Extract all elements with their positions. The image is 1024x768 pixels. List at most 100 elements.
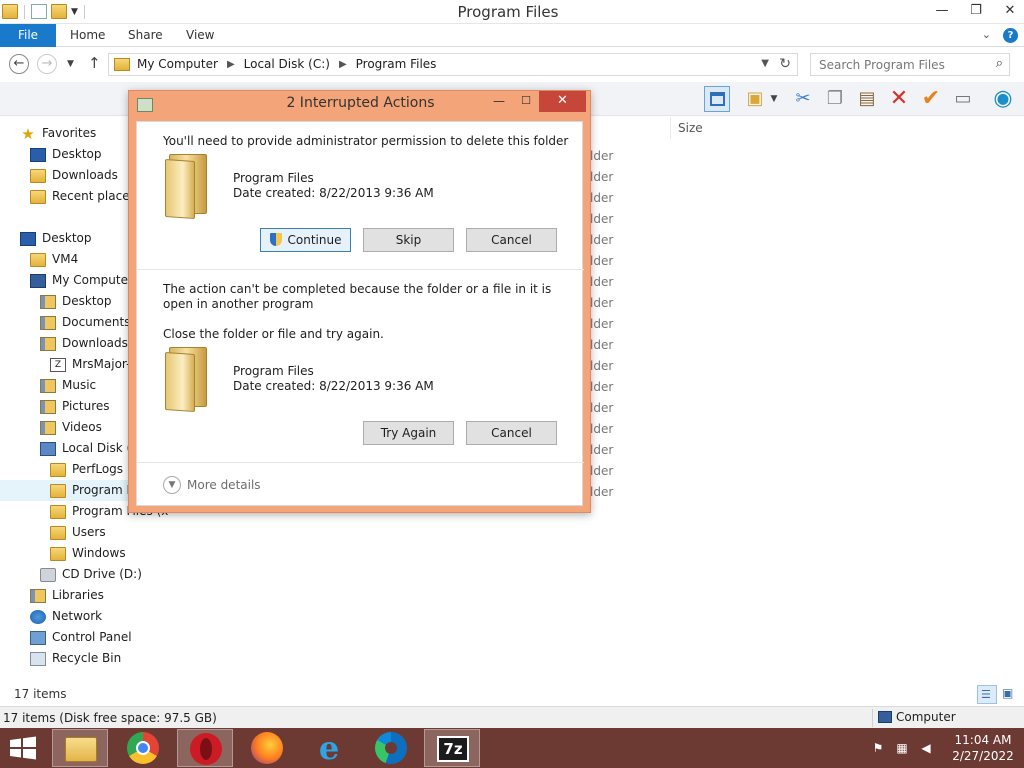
status-bar: 17 items ☰ ▣ <box>0 685 1024 705</box>
close-button[interactable]: ✕ <box>996 0 1024 22</box>
taskbar-edge[interactable] <box>363 729 419 767</box>
file-in-use-message: The action can't be completed because th… <box>163 282 552 311</box>
more-details-toggle[interactable]: ▼ More details <box>163 476 261 494</box>
tab-view[interactable]: View <box>186 24 214 47</box>
address-dropdown-chevron-icon[interactable]: ▼ <box>761 58 769 69</box>
copy-icon[interactable]: ❐ <box>822 86 848 112</box>
network-status-icon[interactable]: ▦ <box>894 741 910 755</box>
nav-item-windows[interactable]: Windows <box>50 543 126 564</box>
details-status-bar: 17 items (Disk free space: 97.5 GB) Comp… <box>0 706 1024 728</box>
nav-item-label: Windows <box>72 546 126 560</box>
paste-icon[interactable]: ▤ <box>854 86 880 112</box>
chevron-right-icon[interactable]: ▶ <box>227 59 235 70</box>
taskbar-firefox[interactable] <box>239 729 295 767</box>
nav-item-desktop[interactable]: Desktop <box>20 228 92 249</box>
search-input[interactable]: Search Program Files ⌕ <box>810 53 1010 76</box>
nav-item-local-disk[interactable]: Local Disk (C <box>40 438 140 459</box>
taskbar-7zip[interactable]: 7z <box>424 729 480 767</box>
nav-item-favorites-desktop[interactable]: Desktop <box>30 144 102 165</box>
taskbar-internet-explorer[interactable]: e <box>301 729 357 767</box>
internet-explorer-icon: e <box>318 729 340 767</box>
nav-item-mrsmajor[interactable]: Z MrsMajor- <box>50 354 130 375</box>
action-center-flag-icon[interactable]: ⚑ <box>870 741 886 755</box>
nav-item-network[interactable]: Network <box>30 606 102 627</box>
nav-item-cd-drive[interactable]: CD Drive (D:) <box>40 564 142 585</box>
nav-item-perflogs[interactable]: PerfLogs <box>50 459 123 480</box>
rename-icon[interactable]: ▭ <box>950 86 976 112</box>
nav-item-computer-desktop[interactable]: Desktop <box>40 291 112 312</box>
delete-icon[interactable]: ✕ <box>886 86 912 112</box>
breadcrumb-local-disk[interactable]: Local Disk (C:) <box>244 57 330 71</box>
chevron-down-icon[interactable]: ▼ <box>766 86 782 112</box>
taskbar-chrome[interactable] <box>115 729 171 767</box>
details-view-button[interactable]: ☰ <box>977 685 997 704</box>
file-explorer-icon <box>65 737 97 762</box>
type-cell: lder <box>590 233 614 247</box>
preview-pane-button[interactable] <box>704 86 730 112</box>
nav-item-my-computer[interactable]: My Computer <box>30 270 133 291</box>
start-button[interactable] <box>8 736 38 760</box>
back-button[interactable]: ← <box>9 54 29 74</box>
up-button[interactable]: ↑ <box>88 54 101 72</box>
address-row: ← → ▼ ↑ My Computer ▶ Local Disk (C:) ▶ … <box>0 48 1024 82</box>
clock[interactable]: 11:04 AM 2/27/2022 <box>942 732 1024 764</box>
nav-item-label: Music <box>62 378 97 392</box>
cancel-button[interactable]: Cancel <box>466 421 557 445</box>
continue-button[interactable]: Continue <box>260 228 351 252</box>
nav-item-label: Desktop <box>52 147 102 161</box>
nav-item-recycle-bin[interactable]: Recycle Bin <box>30 648 121 669</box>
nav-item-control-panel[interactable]: Control Panel <box>30 627 132 648</box>
taskbar-file-explorer[interactable] <box>52 729 108 767</box>
divider <box>670 117 671 139</box>
nav-item-libraries[interactable]: Libraries <box>30 585 104 606</box>
nav-item-documents[interactable]: Documents <box>40 312 130 333</box>
volume-muted-icon[interactable]: ◀ <box>918 741 934 755</box>
window-title: Program Files <box>457 3 559 21</box>
globe-icon[interactable]: ◉ <box>990 86 1016 112</box>
nav-item-users[interactable]: Users <box>50 522 106 543</box>
tab-share[interactable]: Share <box>128 24 163 47</box>
network-icon <box>30 609 46 624</box>
nav-item-favorites[interactable]: ★ Favorites <box>20 123 96 144</box>
tab-file[interactable]: File <box>0 24 56 47</box>
cut-icon[interactable]: ✂ <box>790 86 816 112</box>
nav-item-pictures[interactable]: Pictures <box>40 396 110 417</box>
nav-item-videos[interactable]: Videos <box>40 417 102 438</box>
nav-item-label: Documents <box>62 315 131 329</box>
dialog-close-button[interactable]: ✕ <box>539 91 586 112</box>
chevron-right-icon[interactable]: ▶ <box>339 59 347 70</box>
search-icon[interactable]: ⌕ <box>996 56 1003 71</box>
tab-home[interactable]: Home <box>70 24 105 47</box>
column-header-size[interactable]: Size <box>678 121 703 135</box>
breadcrumb-program-files[interactable]: Program Files <box>356 57 437 71</box>
nav-item-computer-downloads[interactable]: Downloads <box>40 333 128 354</box>
dialog-maximize-button[interactable]: ☐ <box>513 93 539 111</box>
minimize-button[interactable]: — <box>928 0 956 22</box>
title-bar: ▼ Program Files — ❐ ✕ <box>0 0 1024 24</box>
nav-item-label: Program Fi <box>72 483 136 497</box>
forward-button[interactable]: → <box>37 54 57 74</box>
help-icon[interactable]: ? <box>1003 28 1018 43</box>
expand-ribbon-icon[interactable]: ⌄ <box>982 28 991 43</box>
address-bar[interactable]: My Computer ▶ Local Disk (C:) ▶ Program … <box>108 53 798 76</box>
checkmark-icon[interactable]: ✔ <box>918 86 944 112</box>
refresh-icon[interactable]: ↻ <box>779 56 791 72</box>
large-icons-view-icon: ▣ <box>1002 686 1014 700</box>
library-folder-icon <box>40 336 56 351</box>
taskbar-opera[interactable] <box>177 729 233 767</box>
nav-item-vm4[interactable]: VM4 <box>30 249 78 270</box>
item-name: Program Files <box>233 171 314 185</box>
maximize-button[interactable]: ❐ <box>962 0 990 22</box>
folder-icon <box>50 525 66 540</box>
large-icons-view-button[interactable]: ▣ <box>999 685 1019 704</box>
nav-item-recent-places[interactable]: Recent places <box>30 186 136 207</box>
nav-item-music[interactable]: Music <box>40 375 96 396</box>
cancel-button[interactable]: Cancel <box>466 228 557 252</box>
dialog-minimize-button[interactable]: — <box>485 93 513 111</box>
folder-options-icon[interactable]: ▣ <box>742 86 768 112</box>
try-again-button[interactable]: Try Again <box>363 421 454 445</box>
nav-item-favorites-downloads[interactable]: Downloads <box>30 165 118 186</box>
skip-button[interactable]: Skip <box>363 228 454 252</box>
recent-locations-chevron-icon[interactable]: ▼ <box>67 59 74 69</box>
breadcrumb-my-computer[interactable]: My Computer <box>137 57 218 71</box>
